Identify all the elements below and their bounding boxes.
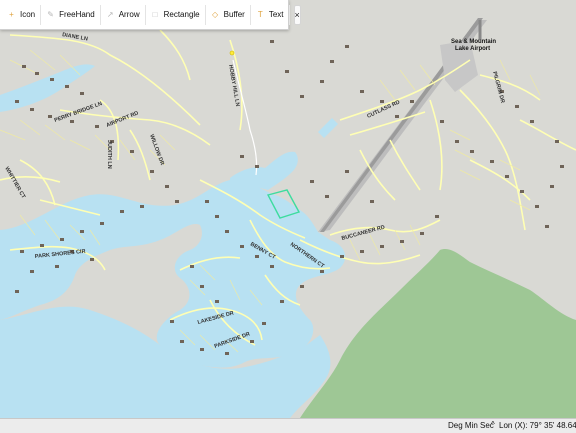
pencil-icon: ✎	[47, 10, 54, 19]
caret-up-icon[interactable]: ^	[491, 420, 495, 429]
tool-icon[interactable]: + Icon	[2, 4, 42, 25]
plus-icon: +	[9, 10, 14, 19]
close-icon: ×	[294, 9, 300, 20]
tool-label-freehand: FreeHand	[59, 10, 95, 19]
tool-label-icon: Icon	[20, 10, 36, 19]
tool-rectangle[interactable]: □ Rectangle	[146, 4, 206, 25]
drawing-toolbar: + Icon ✎ FreeHand ↗ Arrow □ Rectangle ◇ …	[0, 0, 301, 30]
status-bar: Deg Min Sec ^ Lon (X): 79° 35' 48.64"W	[0, 418, 576, 433]
close-toolbar-button[interactable]: ×	[293, 4, 301, 25]
tool-label-arrow: Arrow	[118, 10, 140, 19]
tool-arrow[interactable]: ↗ Arrow	[101, 4, 146, 25]
label-judith-ln: JUDITH LN	[106, 140, 112, 169]
arrow-icon: ↗	[106, 10, 114, 19]
tool-label-rectangle: Rectangle	[163, 10, 200, 19]
text-icon: T	[257, 10, 263, 19]
label-airport-name-2: Lake Airport	[455, 46, 490, 52]
tool-label-buffer: Buffer	[223, 10, 245, 19]
label-airport-name-1: Sea & Mountain	[451, 39, 496, 45]
tool-freehand[interactable]: ✎ FreeHand	[41, 4, 101, 25]
tool-text[interactable]: T Text	[251, 4, 290, 25]
tool-buffer[interactable]: ◇ Buffer	[206, 4, 251, 25]
coordinate-units-selector[interactable]: Deg Min Sec	[448, 421, 494, 430]
rectangle-icon: □	[152, 10, 158, 19]
longitude-readout: Lon (X): 79° 35' 48.64"W	[499, 421, 576, 430]
location-marker[interactable]	[229, 50, 235, 56]
tool-label-text: Text	[268, 10, 284, 19]
map-canvas[interactable]: DIANE LN PERRY BRIDGE LN AIRPORT RD JUDI…	[0, 0, 576, 432]
buffer-icon: ◇	[212, 10, 219, 19]
